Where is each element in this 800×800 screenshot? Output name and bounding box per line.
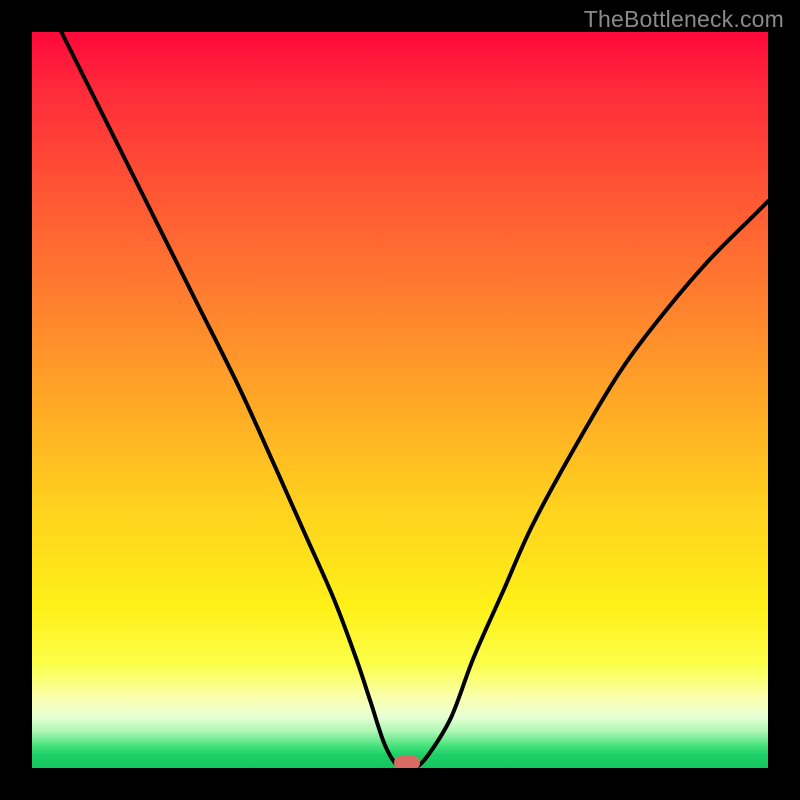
chart-frame: TheBottleneck.com <box>0 0 800 800</box>
plot-area <box>32 32 768 768</box>
optimal-marker <box>394 756 420 768</box>
watermark-text: TheBottleneck.com <box>584 6 784 33</box>
bottleneck-curve <box>32 32 768 768</box>
curve-path <box>61 32 768 768</box>
